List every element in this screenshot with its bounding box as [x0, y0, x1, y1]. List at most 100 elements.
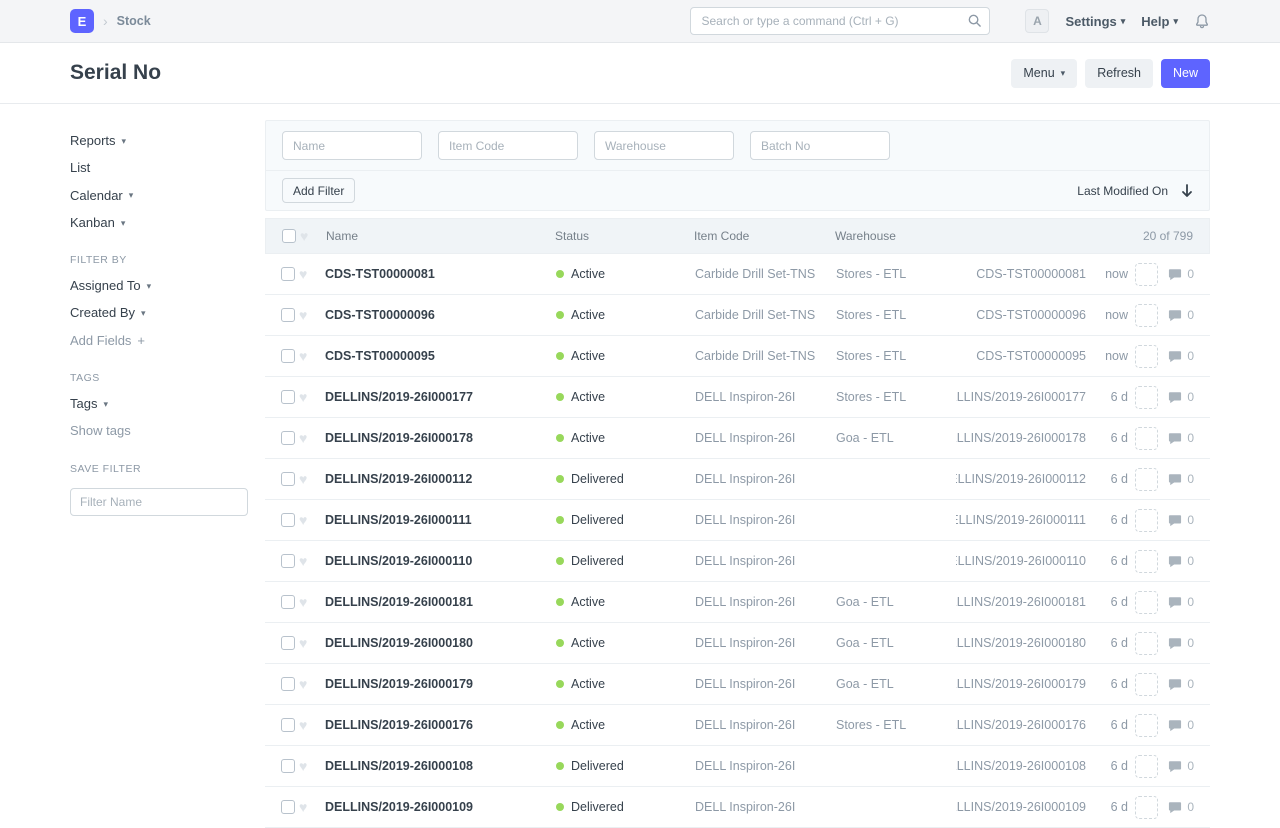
row-checkbox[interactable] — [281, 636, 295, 650]
assign-avatar-placeholder[interactable] — [1135, 427, 1158, 450]
row-checkbox[interactable] — [281, 267, 295, 281]
row-checkbox[interactable] — [281, 718, 295, 732]
row-name-link[interactable]: CDS-TST00000096 — [325, 308, 556, 322]
row-name-link[interactable]: CDS-TST00000095 — [325, 349, 556, 363]
column-header-name[interactable]: Name — [326, 229, 555, 243]
add-fields-button[interactable]: Add Fields + — [70, 334, 265, 348]
search-icon[interactable] — [967, 13, 982, 33]
like-heart-icon[interactable]: ♥ — [299, 636, 325, 650]
user-avatar[interactable]: A — [1025, 9, 1049, 33]
table-row[interactable]: ♥ CDS-TST00000081 Active Carbide Drill S… — [265, 254, 1210, 295]
sidebar-item-created-by[interactable]: Created By ▾ — [70, 306, 265, 320]
item-code-filter-input[interactable] — [438, 131, 578, 160]
row-checkbox[interactable] — [281, 472, 295, 486]
table-row[interactable]: ♥ DELLINS/2019-26I000178 Active DELL Ins… — [265, 418, 1210, 459]
assign-avatar-placeholder[interactable] — [1135, 263, 1158, 286]
name-filter-input[interactable] — [282, 131, 422, 160]
row-checkbox[interactable] — [281, 554, 295, 568]
new-button[interactable]: New — [1161, 59, 1210, 88]
row-name-link[interactable]: DELLINS/2019-26I000177 — [325, 390, 556, 404]
app-logo[interactable]: E — [70, 9, 94, 33]
table-row[interactable]: ♥ DELLINS/2019-26I000109 Delivered DELL … — [265, 787, 1210, 828]
batch-no-filter-input[interactable] — [750, 131, 890, 160]
like-heart-icon[interactable]: ♥ — [299, 472, 325, 486]
like-heart-icon[interactable]: ♥ — [299, 513, 325, 527]
row-name-link[interactable]: DELLINS/2019-26I000178 — [325, 431, 556, 445]
row-name-link[interactable]: DELLINS/2019-26I000111 — [325, 513, 556, 527]
row-checkbox[interactable] — [281, 595, 295, 609]
table-row[interactable]: ♥ DELLINS/2019-26I000180 Active DELL Ins… — [265, 623, 1210, 664]
breadcrumb[interactable]: Stock — [117, 14, 151, 28]
like-heart-icon[interactable]: ♥ — [299, 267, 325, 281]
table-row[interactable]: ♥ DELLINS/2019-26I000112 Delivered DELL … — [265, 459, 1210, 500]
like-heart-icon[interactable]: ♥ — [299, 390, 325, 404]
assign-avatar-placeholder[interactable] — [1135, 591, 1158, 614]
table-row[interactable]: ♥ DELLINS/2019-26I000110 Delivered DELL … — [265, 541, 1210, 582]
liked-filter-heart-icon[interactable]: ♥ — [300, 229, 326, 243]
menu-button[interactable]: Menu ▾ — [1011, 59, 1077, 88]
table-row[interactable]: ♥ DELLINS/2019-26I000111 Delivered DELL … — [265, 500, 1210, 541]
like-heart-icon[interactable]: ♥ — [299, 554, 325, 568]
assign-avatar-placeholder[interactable] — [1135, 714, 1158, 737]
sidebar-item-assigned-to[interactable]: Assigned To ▾ — [70, 279, 265, 293]
like-heart-icon[interactable]: ♥ — [299, 800, 325, 814]
row-name-link[interactable]: DELLINS/2019-26I000176 — [325, 718, 556, 732]
assign-avatar-placeholder[interactable] — [1135, 673, 1158, 696]
sort-field-selector[interactable]: Last Modified On — [1077, 184, 1168, 198]
table-row[interactable]: ♥ CDS-TST00000095 Active Carbide Drill S… — [265, 336, 1210, 377]
table-row[interactable]: ♥ DELLINS/2019-26I000181 Active DELL Ins… — [265, 582, 1210, 623]
row-name-link[interactable]: CDS-TST00000081 — [325, 267, 556, 281]
sidebar-item-list[interactable]: List — [70, 161, 265, 175]
table-row[interactable]: ♥ DELLINS/2019-26I000177 Active DELL Ins… — [265, 377, 1210, 418]
table-row[interactable]: ♥ DELLINS/2019-26I000179 Active DELL Ins… — [265, 664, 1210, 705]
sort-direction-icon[interactable] — [1181, 184, 1193, 198]
row-checkbox[interactable] — [281, 677, 295, 691]
row-checkbox[interactable] — [281, 308, 295, 322]
add-filter-button[interactable]: Add Filter — [282, 178, 355, 203]
global-search-input[interactable] — [690, 7, 990, 35]
like-heart-icon[interactable]: ♥ — [299, 759, 325, 773]
filter-name-input[interactable] — [70, 488, 248, 516]
assign-avatar-placeholder[interactable] — [1135, 755, 1158, 778]
warehouse-filter-input[interactable] — [594, 131, 734, 160]
notifications-bell-icon[interactable] — [1194, 13, 1210, 30]
assign-avatar-placeholder[interactable] — [1135, 632, 1158, 655]
like-heart-icon[interactable]: ♥ — [299, 349, 325, 363]
row-checkbox[interactable] — [281, 800, 295, 814]
row-name-link[interactable]: DELLINS/2019-26I000112 — [325, 472, 556, 486]
row-checkbox[interactable] — [281, 349, 295, 363]
row-checkbox[interactable] — [281, 759, 295, 773]
sidebar-item-reports[interactable]: Reports ▾ — [70, 134, 265, 148]
assign-avatar-placeholder[interactable] — [1135, 345, 1158, 368]
row-name-link[interactable]: DELLINS/2019-26I000179 — [325, 677, 556, 691]
refresh-button[interactable]: Refresh — [1085, 59, 1153, 88]
row-name-link[interactable]: DELLINS/2019-26I000181 — [325, 595, 556, 609]
assign-avatar-placeholder[interactable] — [1135, 509, 1158, 532]
assign-avatar-placeholder[interactable] — [1135, 550, 1158, 573]
select-all-checkbox[interactable] — [282, 229, 296, 243]
assign-avatar-placeholder[interactable] — [1135, 386, 1158, 409]
table-row[interactable]: ♥ DELLINS/2019-26I000108 Delivered DELL … — [265, 746, 1210, 787]
assign-avatar-placeholder[interactable] — [1135, 304, 1158, 327]
row-checkbox[interactable] — [281, 431, 295, 445]
record-count[interactable]: 20 of 799 — [955, 229, 1209, 243]
row-name-link[interactable]: DELLINS/2019-26I000109 — [325, 800, 556, 814]
row-name-link[interactable]: DELLINS/2019-26I000108 — [325, 759, 556, 773]
sidebar-item-kanban[interactable]: Kanban ▾ — [70, 216, 265, 230]
row-checkbox[interactable] — [281, 513, 295, 527]
show-tags-button[interactable]: Show tags — [70, 424, 265, 438]
assign-avatar-placeholder[interactable] — [1135, 468, 1158, 491]
table-row[interactable]: ♥ CDS-TST00000096 Active Carbide Drill S… — [265, 295, 1210, 336]
like-heart-icon[interactable]: ♥ — [299, 677, 325, 691]
like-heart-icon[interactable]: ♥ — [299, 595, 325, 609]
row-checkbox[interactable] — [281, 390, 295, 404]
row-name-link[interactable]: DELLINS/2019-26I000110 — [325, 554, 556, 568]
table-row[interactable]: ♥ DELLINS/2019-26I000176 Active DELL Ins… — [265, 705, 1210, 746]
settings-menu[interactable]: Settings ▾ — [1065, 14, 1125, 29]
like-heart-icon[interactable]: ♥ — [299, 718, 325, 732]
sidebar-item-tags[interactable]: Tags ▾ — [70, 397, 265, 411]
like-heart-icon[interactable]: ♥ — [299, 308, 325, 322]
like-heart-icon[interactable]: ♥ — [299, 431, 325, 445]
help-menu[interactable]: Help ▾ — [1141, 14, 1178, 29]
sidebar-item-calendar[interactable]: Calendar ▾ — [70, 189, 265, 203]
